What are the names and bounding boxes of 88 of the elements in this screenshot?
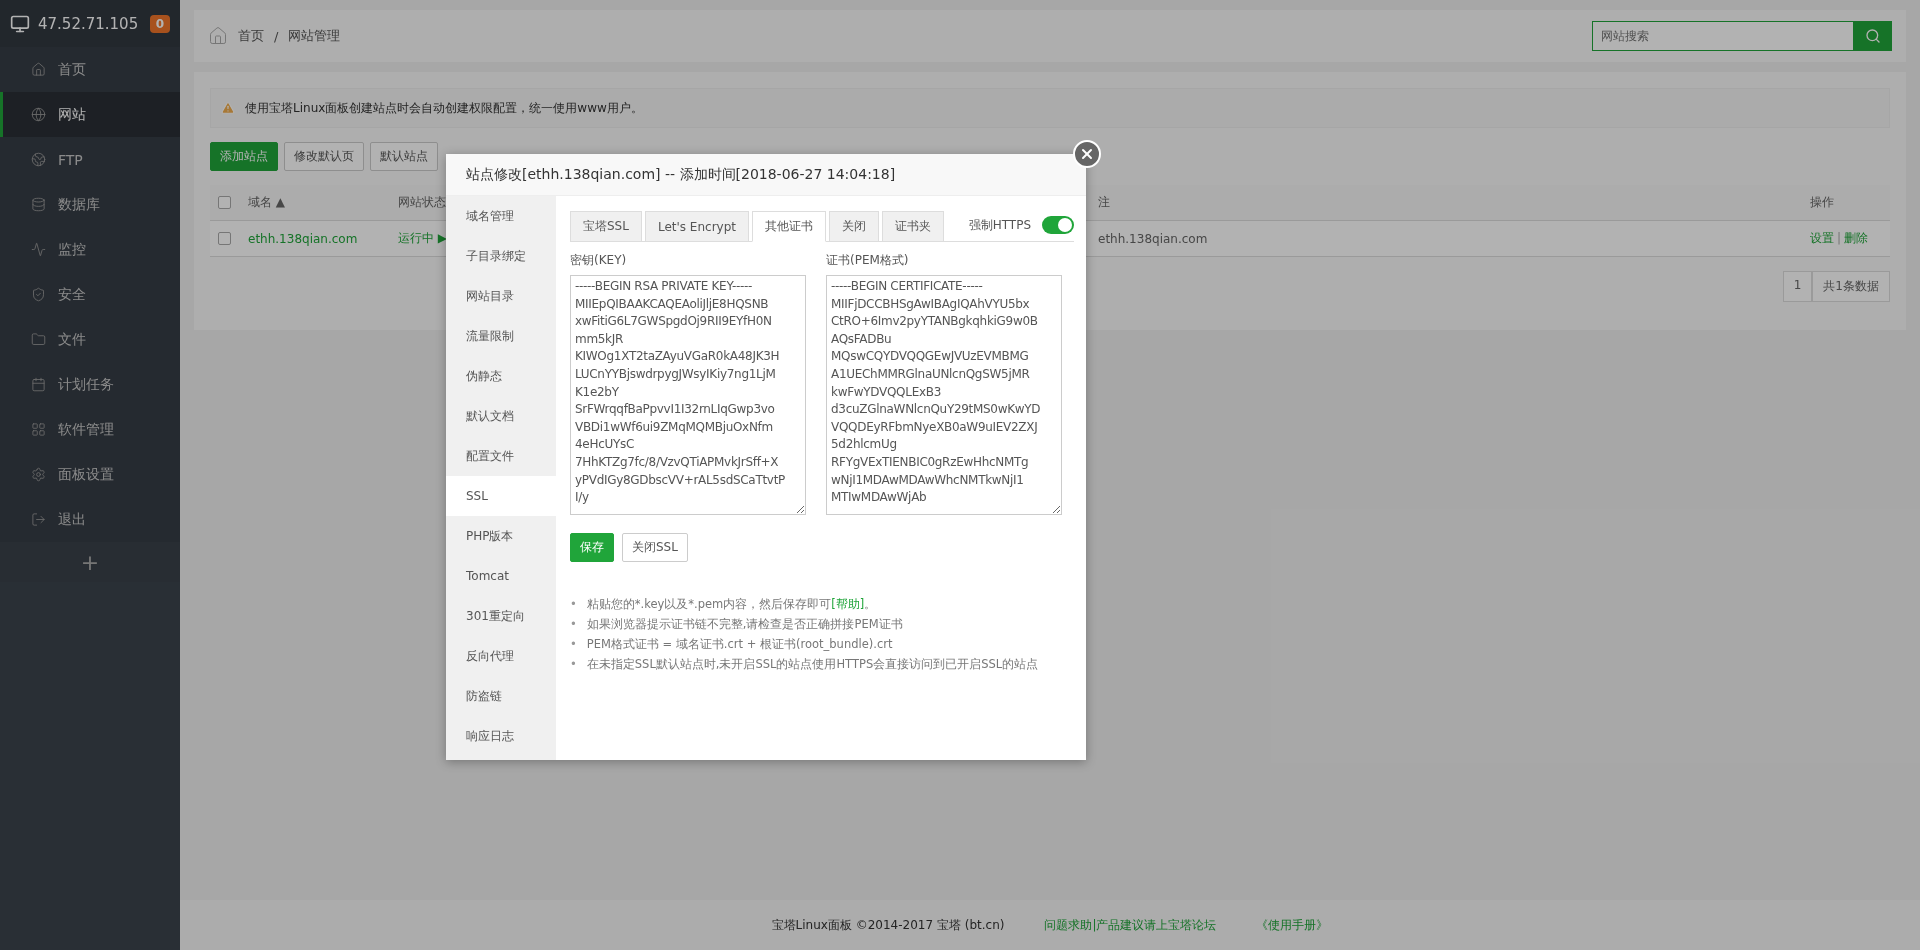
- home-icon: [208, 26, 228, 46]
- monitor-icon: [10, 13, 30, 34]
- search-field[interactable]: 网站搜索: [1592, 21, 1854, 51]
- checkbox[interactable]: [218, 196, 231, 209]
- sidebar-item[interactable]: 数据库: [0, 182, 180, 227]
- close-ssl-button[interactable]: 关闭SSL: [622, 533, 688, 562]
- action-link[interactable]: 删除: [1844, 231, 1869, 245]
- domain-link[interactable]: ethh.138qian.com: [248, 231, 398, 246]
- bullet: •: [570, 656, 577, 673]
- dialog-title: 站点修改[ethh.138qian.com] -- 添加时间[2018-06-27 14:04:18]: [466, 165, 896, 184]
- globe-icon: [31, 152, 46, 167]
- page-number[interactable]: 1: [1782, 271, 1813, 302]
- database-icon: [31, 197, 46, 212]
- https-toggle[interactable]: [1042, 215, 1074, 234]
- breadcrumb-link[interactable]: 首页: [238, 27, 264, 45]
- tab[interactable]: 宝塔SSL: [570, 211, 642, 242]
- alert-text: 使用宝塔Linux面板创建站点时会自动创建权限配置，统一使用www用户。: [245, 99, 643, 117]
- sidebar-item[interactable]: 文件: [0, 317, 180, 362]
- table-cell-text: ethh.138qian.com: [1098, 231, 1209, 246]
- search-icon: [1865, 28, 1881, 44]
- folder-icon: [31, 332, 46, 347]
- dialog-menu-item[interactable]: 防盗链: [446, 676, 556, 716]
- sidebar-item[interactable]: 计划任务: [0, 362, 180, 407]
- sidebar-item[interactable]: 安全: [0, 272, 180, 317]
- logout-icon: [31, 512, 46, 527]
- column-header: 注: [1098, 194, 1111, 211]
- tab[interactable]: 其他证书: [752, 211, 826, 242]
- copyright-text: 宝塔Linux面板 ©2014-2017 宝塔 (bt.cn): [771, 916, 1005, 934]
- breadcrumb-current: 网站管理: [288, 27, 341, 45]
- help-link[interactable]: [帮助]: [831, 597, 865, 611]
- tab[interactable]: Let's Encrypt: [644, 211, 749, 242]
- shield-icon: [31, 287, 46, 302]
- calendar-icon: [31, 377, 46, 392]
- save-button[interactable]: 保存: [570, 533, 614, 562]
- dialog-menu-item[interactable]: PHP版本: [446, 516, 556, 556]
- sidebar-item[interactable]: 网站: [0, 92, 180, 137]
- sidebar-item[interactable]: 首页: [0, 47, 180, 92]
- bullet: •: [570, 616, 577, 633]
- column-header: 操作: [1810, 194, 1835, 211]
- dialog-menu-item[interactable]: 配置文件: [446, 436, 556, 476]
- toolbar-button[interactable]: 修改默认页: [284, 142, 364, 171]
- dialog-menu-item[interactable]: 流量限制: [446, 316, 556, 356]
- settings-icon: [31, 467, 46, 482]
- toolbar-button[interactable]: 默认站点: [370, 142, 438, 171]
- dialog-menu-item[interactable]: 301重定向: [446, 596, 556, 636]
- certificate-field[interactable]: -----BEGIN CERTIFICATE----- MIIFjDCCBHSgAwIBAgIQAhVYU5bx CtRO+6Imv2pyYTANBgkqhkiG9w0B AQsFADBu MQswCQYDVQQGEwJVUzEVMBMG A1UEChMMRGlnaUNlcnQgSW5jMR kwFwYDVQQLExB3 d3cuZGlnaWNlcnQuY29tMS0wKwYD VQQDEyRFbmNyeXB0aW9uIEV2ZXJ 5d2hlcmUg RFYgVExTIENBIC0gRzEwHhcNMTg wNjI1MDAwMDAwWhcNMTkwNjI1 MTIwMDAwWjAb: [826, 275, 1062, 515]
- search-button[interactable]: [1854, 21, 1892, 51]
- server-ip: 47.52.71.105: [38, 14, 139, 33]
- action-link[interactable]: 设置: [1810, 231, 1834, 245]
- note-text: 如果浏览器提示证书链不完整,请检查是否正确拼接PEM证书: [586, 616, 903, 633]
- note-text: 粘贴您的*.key以及*.pem内容，然后保存即可[帮助]。: [586, 596, 877, 613]
- field-label: 证书(PEM格式): [826, 252, 910, 269]
- chart-icon: [31, 242, 46, 257]
- dialog-menu-item[interactable]: Tomcat: [446, 556, 556, 596]
- column-header: 网站状态: [398, 194, 447, 211]
- close-icon: [1079, 146, 1095, 162]
- toggle-label: 强制HTTPS: [968, 217, 1031, 234]
- warning-icon: [221, 101, 235, 115]
- action-separator: |: [1837, 231, 1842, 245]
- dialog-menu-item[interactable]: 伪静态: [446, 356, 556, 396]
- field-label: 密钥(KEY): [570, 252, 628, 269]
- globe-icon: [31, 107, 46, 122]
- toolbar-button[interactable]: 添加站点: [210, 142, 278, 171]
- sidebar-item[interactable]: FTP: [0, 137, 180, 182]
- note-text: 在未指定SSL默认站点时,未开启SSL的站点使用HTTPS会直接访问到已开启SSL的站点: [586, 656, 1039, 673]
- sidebar-item[interactable]: 监控: [0, 227, 180, 272]
- sidebar-item[interactable]: 面板设置: [0, 452, 180, 497]
- dialog-menu-item[interactable]: 网站目录: [446, 276, 556, 316]
- dialog-menu-item[interactable]: 响应日志: [446, 716, 556, 756]
- home-icon: [31, 62, 46, 77]
- breadcrumb-separator: /: [274, 28, 279, 44]
- grid-icon: [31, 422, 46, 437]
- key-field[interactable]: -----BEGIN RSA PRIVATE KEY----- MIIEpQIBAAKCAQEAoliJljE8HQSNB xwFitiG6L7GWSpgdOj9RII9EYfH0N mm5kJR KIWOg1XT2taZAyuVGaR0kA48JK3H LUCnYYBjswdrpygJWsyIKiy7ng1LjM K1e2bY SrFWrqqfBaPpvvI1I32rnLIqGwp3vo VBDi1wWf6ui9ZMqMQMBjuOxNfm 4eHcUYsC 7HhKTZg7fc/8/VzvQTiAPMvkJrSff+X yPVdIGy8GDbscVV+rAL5sdSCaTtvtP I/y: [570, 275, 806, 515]
- sidebar-item[interactable]: 退出: [0, 497, 180, 542]
- dialog-menu-item[interactable]: SSL: [446, 476, 556, 516]
- note-text: PEM格式证书 = 域名证书.crt + 根证书(root_bundle).crt: [586, 636, 893, 653]
- column-header[interactable]: 域名 ▲: [248, 194, 398, 211]
- dialog-menu-item[interactable]: 域名管理: [446, 196, 556, 236]
- bullet: •: [570, 636, 577, 653]
- checkbox[interactable]: [218, 232, 231, 245]
- tab[interactable]: 关闭: [829, 211, 879, 242]
- dialog-menu-item[interactable]: 反向代理: [446, 636, 556, 676]
- tab[interactable]: 证书夹: [882, 211, 944, 242]
- page-total: 共1条数据: [1812, 271, 1890, 302]
- bullet: •: [570, 596, 577, 613]
- dialog-menu-item[interactable]: 子目录绑定: [446, 236, 556, 276]
- sidebar-item[interactable]: 软件管理: [0, 407, 180, 452]
- dialog-menu-item[interactable]: 默认文档: [446, 396, 556, 436]
